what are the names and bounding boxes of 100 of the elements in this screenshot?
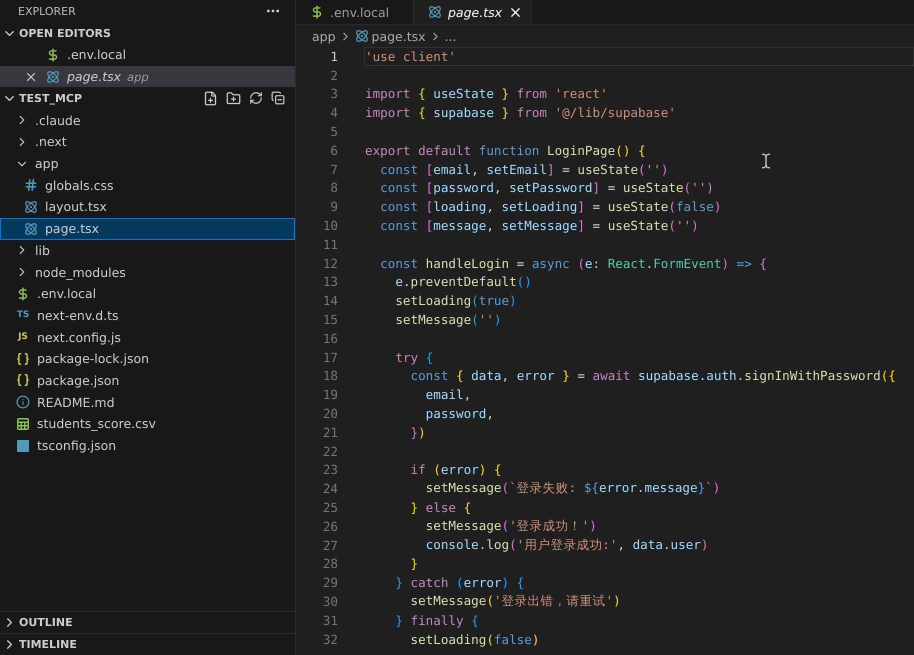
line-number: 27 xyxy=(322,538,338,553)
code-line: const handleLogin = async (e: React.FormEvent) => { xyxy=(379,256,767,271)
braces-icon xyxy=(16,373,30,388)
line-number: 24 xyxy=(322,481,338,496)
collapse-all-icon[interactable] xyxy=(271,91,285,106)
line-number: 21 xyxy=(322,424,338,440)
line-number: 31 xyxy=(322,612,338,628)
folder-item[interactable]: app xyxy=(0,152,295,174)
atom-icon xyxy=(428,5,442,19)
line-number: 4 xyxy=(329,105,338,120)
code-line: import { useState } from 'react' xyxy=(365,86,608,102)
code-line: export default function LoginPage() { xyxy=(365,142,646,158)
line-number: 7 xyxy=(329,162,338,177)
line-number: 6 xyxy=(329,142,338,158)
line-number: 9 xyxy=(329,199,338,214)
section-header[interactable]: OPEN EDITORS xyxy=(0,22,295,44)
line-number: 16 xyxy=(322,330,338,346)
line-number: 12 xyxy=(322,256,338,271)
dollar-icon xyxy=(16,286,30,301)
new-folder-icon[interactable] xyxy=(226,90,241,106)
line-number: 30 xyxy=(322,594,338,609)
line-number: 28 xyxy=(322,556,338,572)
code-line: if (error) { xyxy=(409,462,502,478)
code-line: setLoading(true) xyxy=(394,293,517,308)
code-line: } else { xyxy=(409,500,472,516)
code-line: } xyxy=(409,556,418,572)
explorer-title: EXPLORER xyxy=(18,4,76,18)
atom-icon xyxy=(46,70,60,84)
line-number: 25 xyxy=(322,500,338,516)
new-file-icon[interactable] xyxy=(203,90,218,106)
folder-hint: app xyxy=(127,70,149,84)
code-line: const [email, setEmail] = useState('') xyxy=(379,162,668,177)
refresh-icon[interactable] xyxy=(249,91,263,106)
file-item[interactable]: page.tsx xyxy=(0,218,295,240)
file-item[interactable]: students_score.csv xyxy=(0,413,295,435)
hash-icon xyxy=(24,178,38,192)
code-line: setMessage('') xyxy=(394,312,502,328)
breadcrumb-item[interactable]: page.tsx xyxy=(372,28,426,44)
code-line: const [password, setPassword] = useState('') xyxy=(379,180,714,196)
file-item[interactable]: layout.tsx xyxy=(0,196,295,218)
breadcrumb-item[interactable]: app xyxy=(312,28,336,44)
code-line: }) xyxy=(409,424,426,440)
file-item[interactable]: .env.local xyxy=(0,282,295,305)
code-line: setMessage(`登录失败: ${error.message}`) xyxy=(424,480,720,498)
line-number: 20 xyxy=(322,406,338,422)
open-editor-item[interactable]: page.tsx app xyxy=(0,66,295,88)
atom-icon xyxy=(24,200,38,214)
line-number: 32 xyxy=(322,632,338,647)
code-line: } catch (error) { xyxy=(394,575,524,590)
braces-icon xyxy=(16,352,30,366)
atom-icon xyxy=(354,29,369,43)
open-editor-item[interactable]: .env.local xyxy=(0,44,295,66)
file-item[interactable]: README.md xyxy=(0,391,295,413)
line-number: 29 xyxy=(322,575,338,590)
code-line: console.log('用户登录成功:', data.user) xyxy=(424,536,708,554)
breadcrumb-item[interactable]: ... xyxy=(444,28,456,44)
file-item[interactable]: tsconfig.json xyxy=(0,434,295,456)
spreadsheet-icon xyxy=(16,416,30,431)
line-number: 17 xyxy=(322,350,338,365)
line-number: 14 xyxy=(322,293,338,308)
folder-item[interactable]: node_modules xyxy=(0,261,295,283)
line-number: 3 xyxy=(329,86,338,102)
line-number: 13 xyxy=(322,274,338,290)
code-line: email, xyxy=(424,387,472,402)
file-item[interactable]: JS next.config.js xyxy=(0,326,295,348)
line-number: 19 xyxy=(322,387,338,402)
folder-item[interactable]: lib xyxy=(0,240,295,262)
dollar-icon xyxy=(46,48,60,62)
info-icon xyxy=(16,395,30,410)
js-icon: JS xyxy=(16,332,30,342)
line-number: 26 xyxy=(322,518,338,534)
line-number: 10 xyxy=(322,218,338,234)
editor-tab[interactable]: page.tsx xyxy=(414,0,532,24)
folder-item[interactable]: .next xyxy=(0,131,295,153)
code-line: } finally { xyxy=(394,612,479,628)
file-item[interactable]: package-lock.json xyxy=(0,348,295,370)
atom-icon xyxy=(24,222,38,236)
folder-item[interactable]: .claude xyxy=(0,109,295,132)
code-line: setMessage('登录出错，请重试') xyxy=(409,593,621,610)
file-item[interactable]: TS next-env.d.ts xyxy=(0,304,295,326)
code-line: const [message, setMessage] = useState('') xyxy=(379,218,699,234)
code-line: try { xyxy=(394,350,434,365)
line-number: 18 xyxy=(322,368,338,384)
file-item[interactable]: globals.css xyxy=(0,174,295,196)
ts-icon: TS xyxy=(16,310,30,320)
file-item[interactable]: package.json xyxy=(0,370,295,392)
dollar-icon xyxy=(310,5,324,19)
line-number: 11 xyxy=(322,236,338,252)
code-line: setLoading(false) xyxy=(409,632,540,647)
config-file-icon xyxy=(17,440,29,452)
line-number: 22 xyxy=(322,444,338,459)
code-line: const [loading, setLoading] = useState(false) xyxy=(379,199,722,214)
code-line: import { supabase } from '@/lib/supabase' xyxy=(365,105,676,120)
code-line: setMessage('登录成功！') xyxy=(424,518,597,535)
code-line: e.preventDefault() xyxy=(394,274,532,290)
code-line: 'use client' xyxy=(365,48,456,64)
section-header[interactable]: TEST_MCP xyxy=(0,87,295,110)
section-header[interactable]: TIMELINE xyxy=(0,633,295,655)
section-header[interactable]: OUTLINE xyxy=(0,611,295,633)
line-number: 8 xyxy=(329,180,338,196)
